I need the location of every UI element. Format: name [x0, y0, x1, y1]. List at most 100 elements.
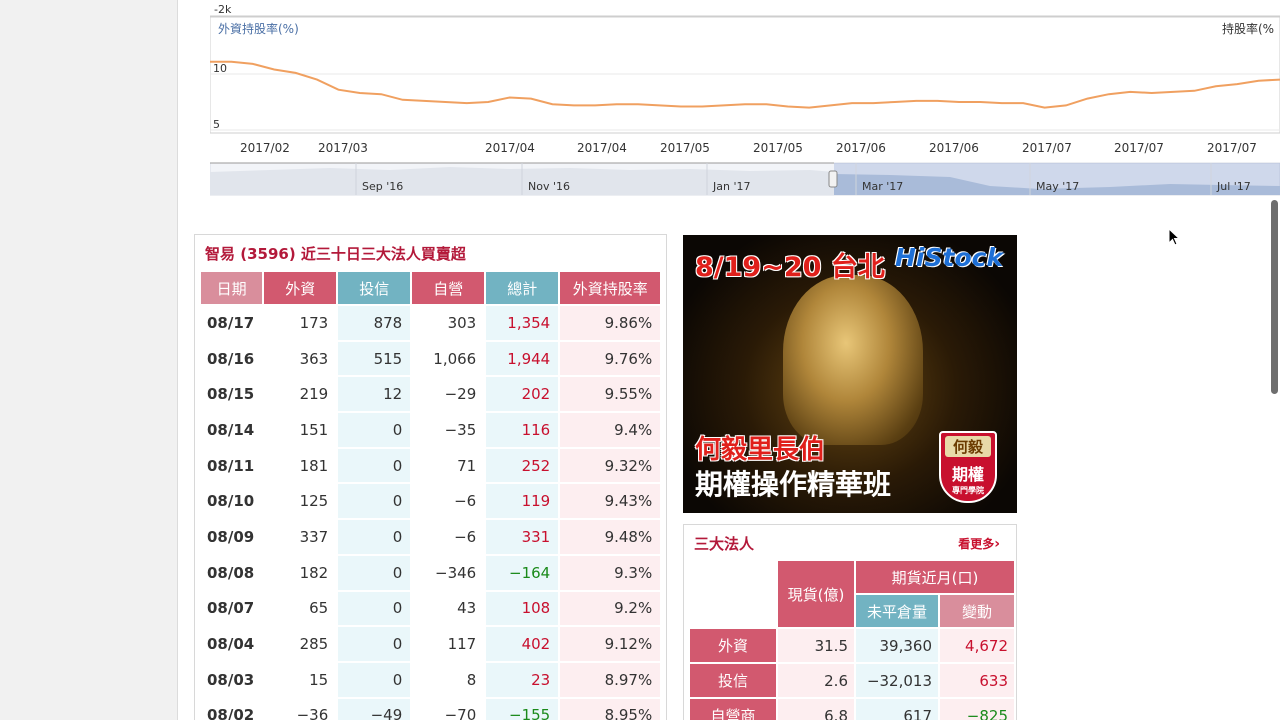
dealer-cell: 1,066	[412, 341, 485, 376]
summary-row: 自營商 6.8 617 −825	[690, 699, 1014, 720]
table-row: 08/07 65 0 43 108 9.2%	[201, 591, 661, 626]
col-trust: 投信	[338, 272, 411, 304]
summary-oi-cell: 617	[856, 699, 938, 720]
trust-cell: 0	[338, 448, 411, 483]
histock-logo: HiStock	[895, 243, 1004, 272]
x-tick-label: 2017/05	[660, 141, 710, 155]
date-cell: 08/10	[201, 484, 263, 519]
summary-oi-cell: −32,013	[856, 664, 938, 697]
mouse-cursor-icon	[1168, 228, 1181, 246]
table-row: 08/14 151 0 −35 116 9.4%	[201, 413, 661, 447]
trust-cell: 878	[338, 306, 411, 340]
badge-top: 何毅	[945, 436, 991, 457]
top-axis-label: -2k	[214, 3, 232, 16]
dealer-cell: −70	[412, 698, 485, 720]
navigator-handle[interactable]	[828, 170, 838, 188]
navigator-tick-label: Nov '16	[528, 180, 570, 193]
summary-name-cell: 自營商	[690, 699, 776, 720]
dealer-cell: −6	[412, 520, 485, 554]
col-total: 總計	[486, 272, 559, 304]
holding-ratio-cell: 9.55%	[560, 377, 661, 412]
x-tick-label: 2017/02	[240, 141, 290, 155]
trust-cell: 0	[338, 520, 411, 554]
page-scrollbar[interactable]	[1271, 200, 1278, 394]
date-cell: 08/02	[201, 698, 263, 720]
navigator-tick-label: Mar '17	[862, 180, 903, 193]
date-cell: 08/11	[201, 448, 263, 483]
holding-ratio-cell: 8.95%	[560, 698, 661, 720]
institutions-summary-panel: 三大法人 看更多› 2017/08/17 現貨(億) 期貨近月(口) 未平倉量 …	[683, 524, 1017, 720]
total-cell: 119	[486, 484, 559, 519]
x-tick-label: 2017/05	[753, 141, 803, 155]
foreign-cell: 15	[264, 662, 337, 697]
total-cell: 1,944	[486, 341, 559, 376]
summary-spot-cell: 2.6	[778, 664, 854, 697]
total-cell: 23	[486, 662, 559, 697]
dealer-cell: 8	[412, 662, 485, 697]
holding-ratio-cell: 9.86%	[560, 306, 661, 340]
trust-cell: 0	[338, 413, 411, 447]
foreign-cell: 182	[264, 555, 337, 590]
summary-row: 外資 31.5 39,360 4,672	[690, 629, 1014, 662]
foreign-cell: 181	[264, 448, 337, 483]
y-tick-5: 5	[213, 118, 220, 131]
date-cell: 08/16	[201, 341, 263, 376]
panel-right-label: 持股率(%	[1222, 21, 1274, 36]
summary-table: 2017/08/17 現貨(億) 期貨近月(口) 未平倉量 變動 外資 31.5 3…	[688, 559, 1016, 720]
foreign-cell: 65	[264, 591, 337, 626]
table-row: 08/03 15 0 8 23 8.97%	[201, 662, 661, 697]
see-more-link[interactable]: 看更多›	[958, 535, 1000, 552]
dealer-cell: 117	[412, 627, 485, 661]
summary-change-cell: −825	[940, 699, 1014, 720]
total-cell: 108	[486, 591, 559, 626]
holding-ratio-cell: 9.76%	[560, 341, 661, 376]
course-advertisement[interactable]: 8/19~20 台北 HiStock 何毅里長伯 期權操作精華班 何毅 期權 專…	[683, 235, 1017, 513]
dealer-cell: −346	[412, 555, 485, 590]
trust-cell: 12	[338, 377, 411, 412]
date-cell: 08/09	[201, 520, 263, 554]
x-tick-label: 2017/06	[836, 141, 886, 155]
summary-name-cell: 外資	[690, 629, 776, 662]
foreign-cell: 285	[264, 627, 337, 661]
table-row: 08/04 285 0 117 402 9.12%	[201, 627, 661, 661]
panel-title: 外資持股率(%)	[218, 21, 299, 36]
dealer-cell: 43	[412, 591, 485, 626]
trust-cell: 515	[338, 341, 411, 376]
navigator-tick-label: Sep '16	[362, 180, 403, 193]
col-change: 變動	[940, 595, 1014, 627]
dealer-cell: −29	[412, 377, 485, 412]
foreign-cell: 363	[264, 341, 337, 376]
table-row: 08/10 125 0 −6 119 9.43%	[201, 484, 661, 519]
ad-headline: 8/19~20 台北	[695, 252, 885, 283]
holding-ratio-cell: 9.48%	[560, 520, 661, 554]
navigator-tick-label: May '17	[1036, 180, 1079, 193]
badge-mid: 期權	[951, 465, 984, 484]
col-date: 日期	[201, 272, 263, 304]
institutional-trading-panel: 智易 (3596) 近三十日三大法人買賣超 日期 外資 投信 自營 總計 外資持…	[194, 234, 667, 720]
col-holding-ratio: 外資持股率	[560, 272, 661, 304]
holding-ratio-cell: 9.12%	[560, 627, 661, 661]
summary-date: 2017/08/17	[690, 561, 776, 627]
holding-ratio-cell: 9.3%	[560, 555, 661, 590]
x-tick-label: 2017/07	[1207, 141, 1257, 155]
date-cell: 08/08	[201, 555, 263, 590]
x-tick-label: 2017/07	[1022, 141, 1072, 155]
ad-course-name: 期權操作精華班	[695, 468, 892, 501]
dealer-cell: 71	[412, 448, 485, 483]
navigator-tick-label: Jan '17	[712, 180, 750, 193]
date-cell: 08/15	[201, 377, 263, 412]
holding-ratio-cell: 9.4%	[560, 413, 661, 447]
summary-spot-cell: 31.5	[778, 629, 854, 662]
ad-teacher-name: 何毅里長伯	[695, 435, 826, 465]
total-cell: −155	[486, 698, 559, 720]
table-row: 08/15 219 12 −29 202 9.55%	[201, 377, 661, 412]
table-row: 08/17 173 878 303 1,354 9.86%	[201, 306, 661, 340]
dealer-cell: −35	[412, 413, 485, 447]
foreign-cell: 151	[264, 413, 337, 447]
table-row: 08/09 337 0 −6 331 9.48%	[201, 520, 661, 554]
table-row: 08/08 182 0 −346 −164 9.3%	[201, 555, 661, 590]
trust-cell: 0	[338, 627, 411, 661]
table-row: 08/02 −36 −49 −70 −155 8.95%	[201, 698, 661, 720]
trust-cell: 0	[338, 555, 411, 590]
foreign-cell: 219	[264, 377, 337, 412]
